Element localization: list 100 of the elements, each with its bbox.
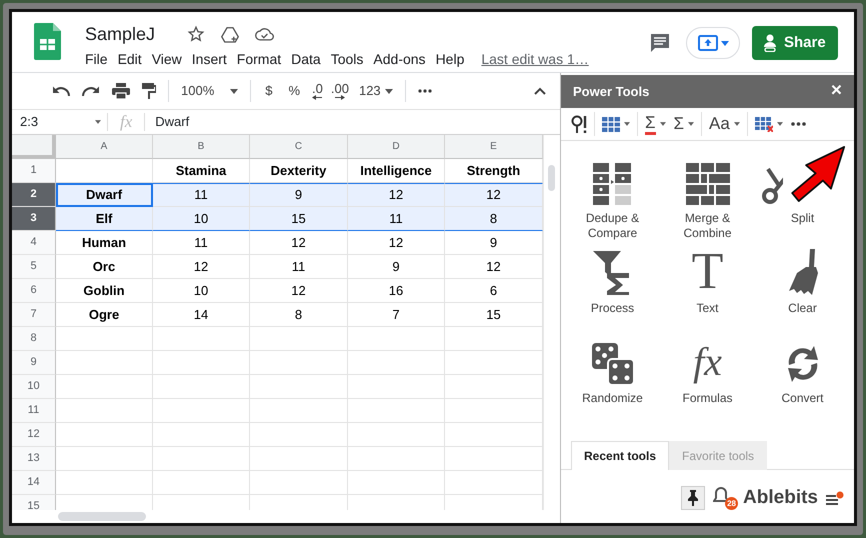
menu-item[interactable]: File xyxy=(80,49,113,69)
collapse-icon[interactable] xyxy=(534,87,546,95)
row-header[interactable]: 1 xyxy=(12,159,56,183)
row-header[interactable]: 4 xyxy=(12,231,56,255)
table-cell[interactable] xyxy=(56,423,153,447)
menu-item[interactable]: Data xyxy=(286,49,326,69)
row-header[interactable]: 14 xyxy=(12,471,56,495)
decrease-decimals-button[interactable]: .0 xyxy=(308,77,327,105)
table-cell[interactable]: 11 xyxy=(250,255,348,279)
close-button[interactable]: × xyxy=(830,77,842,106)
find-icon[interactable] xyxy=(571,115,587,133)
print-icon[interactable] xyxy=(112,83,130,99)
row-header[interactable]: 15 xyxy=(12,495,56,510)
table-cell[interactable]: 10 xyxy=(153,279,250,303)
table-cell[interactable]: Human xyxy=(56,231,153,255)
panel-tab[interactable]: Recent tools xyxy=(571,441,670,470)
table-cell[interactable] xyxy=(348,351,445,375)
more-icon[interactable] xyxy=(790,122,806,126)
share-button[interactable]: Share xyxy=(752,26,838,60)
sum-button[interactable]: Σ xyxy=(645,114,656,134)
formula-field[interactable]: Dwarf xyxy=(145,112,560,132)
text-case-button[interactable]: Aa xyxy=(709,115,730,133)
table-cell[interactable]: 11 xyxy=(153,183,250,207)
broom-icon[interactable] xyxy=(788,249,818,295)
row-header[interactable]: 5 xyxy=(12,255,56,279)
menu-item[interactable]: Add-ons xyxy=(368,49,431,69)
table-cell[interactable]: 9 xyxy=(250,183,348,207)
row-header[interactable]: 9 xyxy=(12,351,56,375)
name-box[interactable]: 2:3 xyxy=(12,113,108,131)
increase-decimals-button[interactable]: .00 xyxy=(326,77,353,105)
table-cell[interactable]: 12 xyxy=(445,183,543,207)
redo-icon[interactable] xyxy=(82,85,100,97)
tool-label[interactable]: Dedupe & Compare xyxy=(574,211,652,241)
menu-item[interactable]: Help xyxy=(430,49,470,69)
more-icon[interactable] xyxy=(418,89,432,93)
table-cell[interactable] xyxy=(348,375,445,399)
row-header[interactable]: 6 xyxy=(12,279,56,303)
table-cell[interactable]: 12 xyxy=(348,231,445,255)
table-cell[interactable]: Dwarf xyxy=(56,183,153,207)
merge-icon[interactable] xyxy=(686,163,730,205)
table-cell[interactable] xyxy=(153,327,250,351)
table-cell[interactable] xyxy=(348,471,445,495)
table-cell[interactable]: 15 xyxy=(250,207,348,231)
table-cell[interactable] xyxy=(153,375,250,399)
sheets-logo[interactable] xyxy=(34,23,61,60)
row-header[interactable]: 12 xyxy=(12,423,56,447)
table-cell[interactable] xyxy=(56,399,153,423)
table-cell[interactable] xyxy=(56,327,153,351)
tool-label[interactable]: Process xyxy=(574,301,652,316)
zoom-dropdown[interactable]: 100% xyxy=(175,77,244,105)
table-cell[interactable] xyxy=(348,399,445,423)
table-cell[interactable]: Ogre xyxy=(56,303,153,327)
table-icon[interactable] xyxy=(602,116,620,132)
table-cell[interactable] xyxy=(56,375,153,399)
table-cell[interactable] xyxy=(153,471,250,495)
serif-t-icon[interactable]: T xyxy=(692,249,724,295)
row-header[interactable]: 2 xyxy=(12,183,56,207)
scrollbar-thumb[interactable] xyxy=(58,512,146,521)
table-cell[interactable]: 11 xyxy=(348,207,445,231)
table-cell[interactable]: 12 xyxy=(250,279,348,303)
table-cell[interactable]: 8 xyxy=(250,303,348,327)
table-cell[interactable]: 11 xyxy=(153,231,250,255)
dice-icon[interactable] xyxy=(592,343,634,385)
table-cell[interactable] xyxy=(348,423,445,447)
table-cell[interactable] xyxy=(153,447,250,471)
table-cell[interactable]: 12 xyxy=(153,255,250,279)
number-format-dropdown[interactable]: 123 xyxy=(352,77,399,105)
dedupe-icon[interactable] xyxy=(592,163,632,205)
cloud-check-icon[interactable] xyxy=(255,27,274,41)
tool-label[interactable]: Randomize xyxy=(574,391,652,406)
star-icon[interactable] xyxy=(187,25,206,43)
menu-item[interactable]: Tools xyxy=(326,49,368,69)
menu-item[interactable]: Edit xyxy=(112,49,147,69)
table-delete-icon[interactable] xyxy=(754,116,773,132)
column-header[interactable]: D xyxy=(348,135,445,159)
table-cell[interactable] xyxy=(250,447,348,471)
vertical-scrollbar[interactable] xyxy=(543,135,558,510)
drive-icon[interactable] xyxy=(221,26,240,42)
row-header[interactable]: 7 xyxy=(12,303,56,327)
pin-button[interactable] xyxy=(681,486,706,510)
present-button[interactable] xyxy=(686,27,740,59)
table-cell[interactable] xyxy=(250,327,348,351)
table-cell[interactable] xyxy=(56,351,153,375)
menu-item[interactable]: Format xyxy=(232,49,286,69)
table-cell[interactable]: Goblin xyxy=(56,279,153,303)
table-cell[interactable]: 14 xyxy=(153,303,250,327)
table-cell[interactable]: 16 xyxy=(348,279,445,303)
tool-label[interactable]: Split xyxy=(764,211,842,226)
tool-label[interactable]: Convert xyxy=(764,391,842,406)
tool-label[interactable]: Text xyxy=(668,301,746,316)
table-cell[interactable] xyxy=(250,423,348,447)
table-cell[interactable] xyxy=(56,447,153,471)
paint-format-icon[interactable] xyxy=(142,83,156,99)
table-cell[interactable]: 12 xyxy=(348,183,445,207)
menu-item[interactable]: View xyxy=(146,49,187,69)
column-header[interactable]: B xyxy=(153,135,250,159)
table-cell[interactable] xyxy=(250,375,348,399)
table-cell[interactable] xyxy=(348,327,445,351)
table-cell[interactable]: 9 xyxy=(348,255,445,279)
scrollbar-thumb[interactable] xyxy=(548,165,554,191)
